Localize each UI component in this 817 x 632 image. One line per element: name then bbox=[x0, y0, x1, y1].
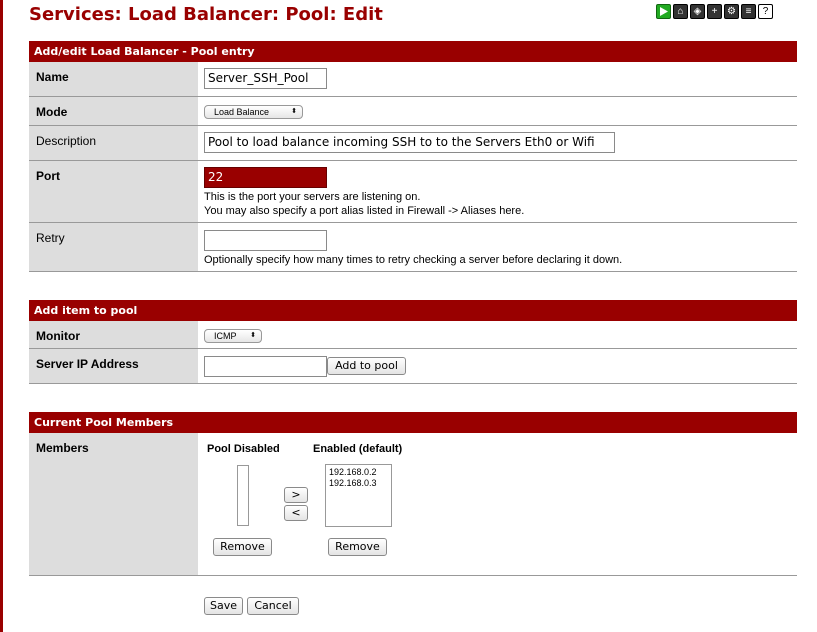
move-left-button[interactable]: < bbox=[284, 505, 308, 521]
row-name: Name Server_SSH_Pool bbox=[29, 62, 797, 97]
members-label: Members bbox=[29, 433, 198, 575]
monitor-label: Monitor bbox=[29, 321, 198, 348]
remove-disabled-button[interactable]: Remove bbox=[213, 538, 272, 556]
row-mode: Mode Load Balance ⬍ bbox=[29, 97, 797, 126]
cancel-button[interactable]: Cancel bbox=[247, 597, 299, 615]
row-retry: Retry Optionally specify how many times … bbox=[29, 223, 797, 272]
row-port: Port 22 This is the port your servers ar… bbox=[29, 161, 797, 223]
port-input[interactable]: 22 bbox=[204, 167, 327, 188]
description-input[interactable]: Pool to load balance incoming SSH to to … bbox=[204, 132, 615, 153]
retry-help-text: Optionally specify how many times to ret… bbox=[204, 254, 623, 266]
add-icon[interactable]: + bbox=[707, 4, 722, 19]
section-header-pool-entry: Add/edit Load Balancer - Pool entry bbox=[29, 41, 797, 62]
monitor-select[interactable]: ICMP ⬍ bbox=[204, 329, 262, 343]
play-icon[interactable] bbox=[656, 4, 671, 19]
name-input[interactable]: Server_SSH_Pool bbox=[204, 68, 327, 89]
port-label: Port bbox=[29, 161, 198, 222]
port-help-text-2: You may also specify a port alias listed… bbox=[204, 205, 525, 217]
row-description: Description Pool to load balance incomin… bbox=[29, 126, 797, 161]
mode-select-value: Load Balance bbox=[214, 107, 270, 117]
remove-enabled-button[interactable]: Remove bbox=[328, 538, 387, 556]
page-title: Services: Load Balancer: Pool: Edit bbox=[29, 4, 383, 25]
help-icon[interactable]: ? bbox=[758, 4, 773, 19]
row-monitor: Monitor ICMP ⬍ bbox=[29, 321, 797, 349]
network-icon[interactable]: ◈ bbox=[690, 4, 705, 19]
select-arrows-icon: ⬍ bbox=[291, 108, 297, 115]
home-icon[interactable]: ⌂ bbox=[673, 4, 688, 19]
list-item[interactable]: 192.168.0.2 bbox=[329, 467, 388, 478]
row-members: Members Pool Disabled Enabled (default) … bbox=[29, 433, 797, 576]
row-server-ip: Server IP Address Add to pool bbox=[29, 349, 797, 384]
list-item[interactable]: 192.168.0.3 bbox=[329, 478, 388, 489]
save-button[interactable]: Save bbox=[204, 597, 243, 615]
port-help-text-1: This is the port your servers are listen… bbox=[204, 191, 421, 203]
server-ip-label: Server IP Address bbox=[29, 349, 198, 383]
description-label: Description bbox=[29, 126, 198, 160]
monitor-select-value: ICMP bbox=[214, 331, 237, 341]
retry-input[interactable] bbox=[204, 230, 327, 251]
enabled-header: Enabled (default) bbox=[313, 443, 403, 455]
pool-disabled-header: Pool Disabled bbox=[207, 443, 280, 455]
server-ip-input[interactable] bbox=[204, 356, 327, 377]
add-to-pool-button[interactable]: Add to pool bbox=[327, 357, 406, 375]
mode-label: Mode bbox=[29, 97, 198, 125]
mode-select[interactable]: Load Balance ⬍ bbox=[204, 105, 303, 119]
name-label: Name bbox=[29, 62, 198, 96]
pool-enabled-list[interactable]: 192.168.0.2 192.168.0.3 bbox=[325, 464, 392, 527]
section-header-pool-members: Current Pool Members bbox=[29, 412, 797, 433]
select-arrows-icon: ⬍ bbox=[250, 332, 256, 339]
pool-disabled-list[interactable] bbox=[237, 465, 249, 526]
log-icon[interactable]: ≡ bbox=[741, 4, 756, 19]
section-header-add-item: Add item to pool bbox=[29, 300, 797, 321]
toolbar: ⌂ ◈ + ⚙ ≡ ? bbox=[656, 4, 773, 19]
retry-label: Retry bbox=[29, 223, 198, 271]
move-right-button[interactable]: > bbox=[284, 487, 308, 503]
settings-icon[interactable]: ⚙ bbox=[724, 4, 739, 19]
page-left-border bbox=[0, 0, 3, 632]
